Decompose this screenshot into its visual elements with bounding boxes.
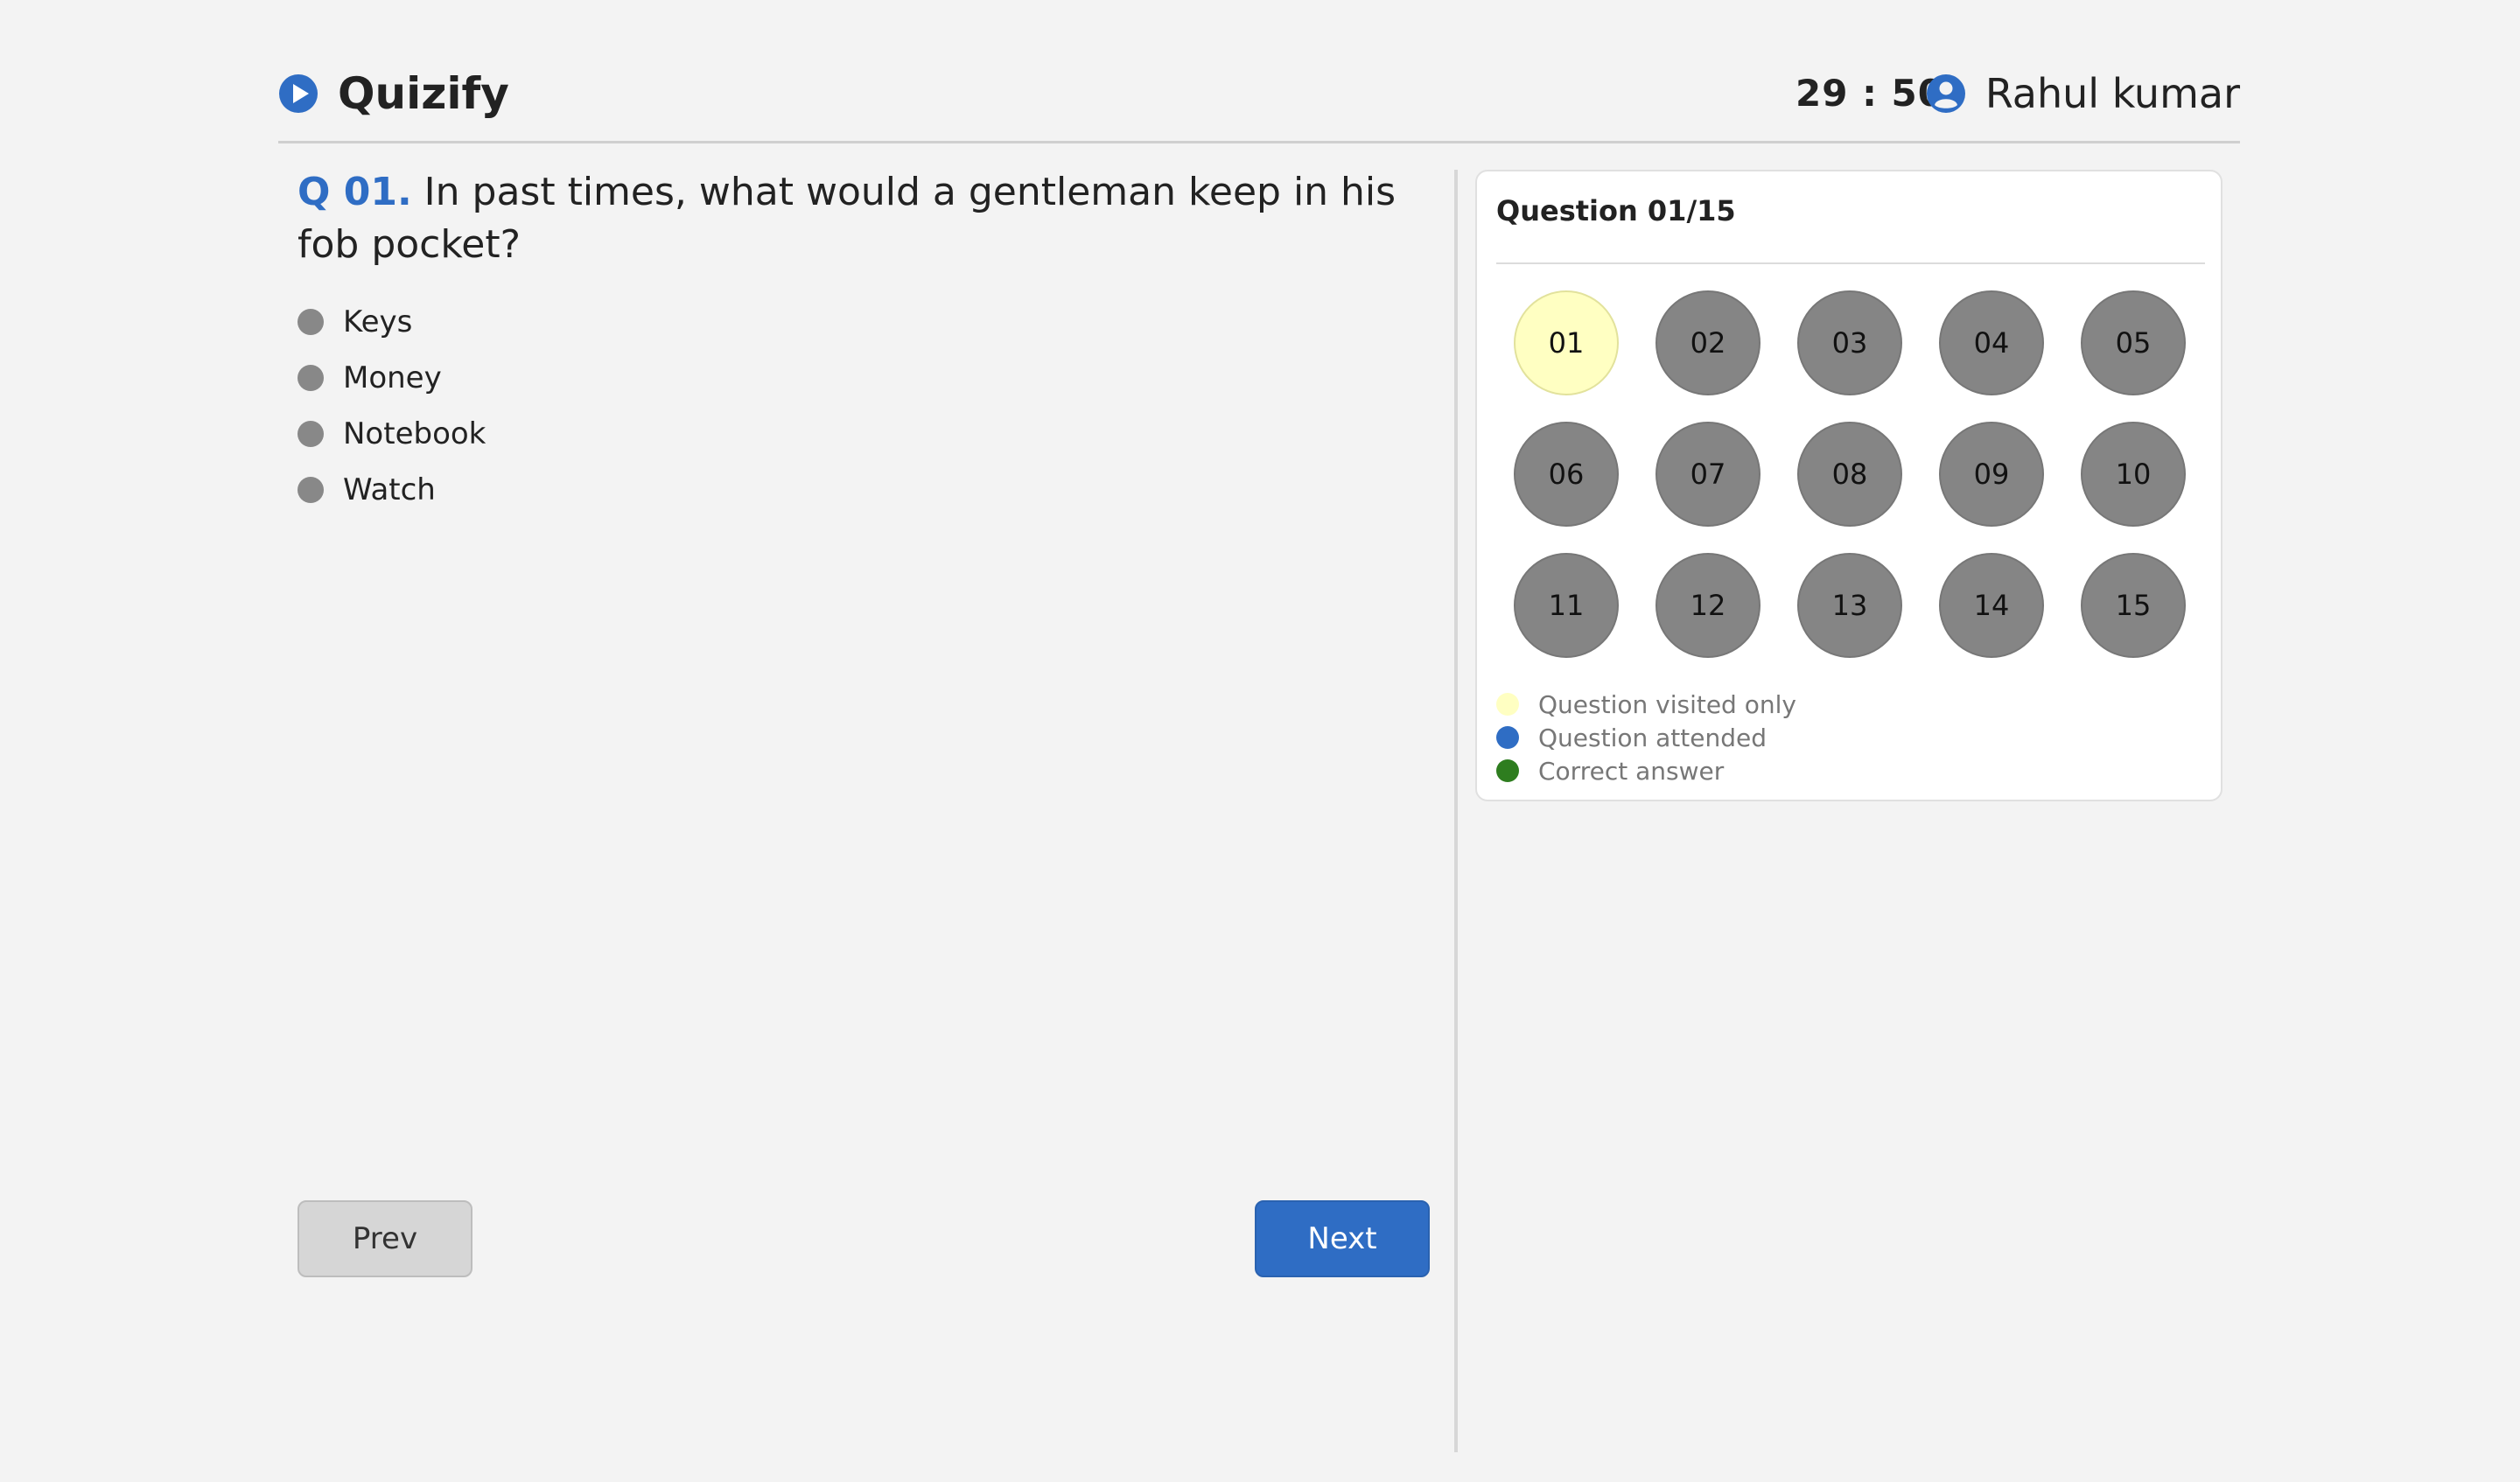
question-nav-button[interactable]: 09 — [1939, 422, 2044, 527]
question-nav-button[interactable]: 07 — [1656, 422, 1760, 527]
question-panel: Q 01. In past times, what would a gentle… — [298, 166, 1435, 518]
prev-button[interactable]: Prev — [298, 1200, 472, 1277]
next-button[interactable]: Next — [1255, 1200, 1430, 1277]
quiz-page: Quizify 29 : 50 Rahul kumar Q 01. In pas… — [0, 0, 2520, 1482]
option-label: Notebook — [343, 416, 486, 451]
countdown-timer: 29 : 50 — [1796, 72, 1944, 115]
radio-button[interactable] — [298, 477, 324, 503]
answer-options: Keys Money Notebook Watch — [298, 294, 1435, 518]
radio-button[interactable] — [298, 365, 324, 391]
legend-dot-icon — [1496, 693, 1519, 716]
question-nav-button[interactable]: 08 — [1797, 422, 1902, 527]
question-nav-button[interactable]: 01 — [1514, 290, 1619, 395]
question-nav-button[interactable]: 04 — [1939, 290, 2044, 395]
question-grid: 01 02 03 04 05 06 07 08 09 10 11 12 13 14 15 — [1514, 290, 2196, 658]
question-prompt: In past times, what would a gentleman ke… — [298, 170, 1396, 267]
brand-name: Quizify — [338, 68, 509, 119]
radio-button[interactable] — [298, 421, 324, 447]
palette-legend: Question visited only Question attended Co… — [1496, 688, 1796, 787]
question-nav-button[interactable]: 05 — [2081, 290, 2186, 395]
legend-item: Correct answer — [1496, 754, 1796, 787]
panel-divider — [1454, 170, 1458, 1452]
question-nav-button[interactable]: 15 — [2081, 553, 2186, 658]
option-watch[interactable]: Watch — [298, 462, 1435, 518]
palette-divider — [1496, 262, 2205, 264]
question-nav-button[interactable]: 12 — [1656, 553, 1760, 658]
option-label: Watch — [343, 472, 436, 507]
legend-label: Question visited only — [1538, 689, 1796, 719]
question-palette: Question 01/15 01 02 03 04 05 06 07 08 09 10 11 12 1… — [1475, 170, 2222, 801]
option-label: Money — [343, 360, 442, 395]
legend-label: Question attended — [1538, 723, 1767, 752]
legend-label: Correct answer — [1538, 756, 1725, 786]
option-notebook[interactable]: Notebook — [298, 406, 1435, 462]
question-nav-button[interactable]: 11 — [1514, 553, 1619, 658]
question-nav-button[interactable]: 03 — [1797, 290, 1902, 395]
user-circle-icon — [1926, 74, 1965, 113]
legend-dot-icon — [1496, 726, 1519, 749]
app-header: Quizify 29 : 50 Rahul kumar — [278, 52, 2240, 143]
legend-item: Question attended — [1496, 721, 1796, 754]
play-circle-icon — [279, 74, 318, 113]
option-label: Keys — [343, 304, 413, 339]
radio-button[interactable] — [298, 309, 324, 335]
palette-title: Question 01/15 — [1496, 194, 1736, 227]
legend-dot-icon — [1496, 759, 1519, 782]
legend-item: Question visited only — [1496, 688, 1796, 721]
question-nav-button[interactable]: 10 — [2081, 422, 2186, 527]
brand[interactable]: Quizify — [278, 63, 509, 124]
question-nav-button[interactable]: 02 — [1656, 290, 1760, 395]
question-nav-button[interactable]: 06 — [1514, 422, 1619, 527]
user-profile[interactable]: Rahul kumar — [1926, 63, 2240, 124]
question-text: Q 01. In past times, what would a gentle… — [298, 166, 1435, 271]
option-keys[interactable]: Keys — [298, 294, 1435, 350]
user-name: Rahul kumar — [1984, 70, 2240, 117]
option-money[interactable]: Money — [298, 350, 1435, 406]
question-number: Q 01. — [298, 170, 412, 214]
question-nav-button[interactable]: 14 — [1939, 553, 2044, 658]
question-nav-button[interactable]: 13 — [1797, 553, 1902, 658]
